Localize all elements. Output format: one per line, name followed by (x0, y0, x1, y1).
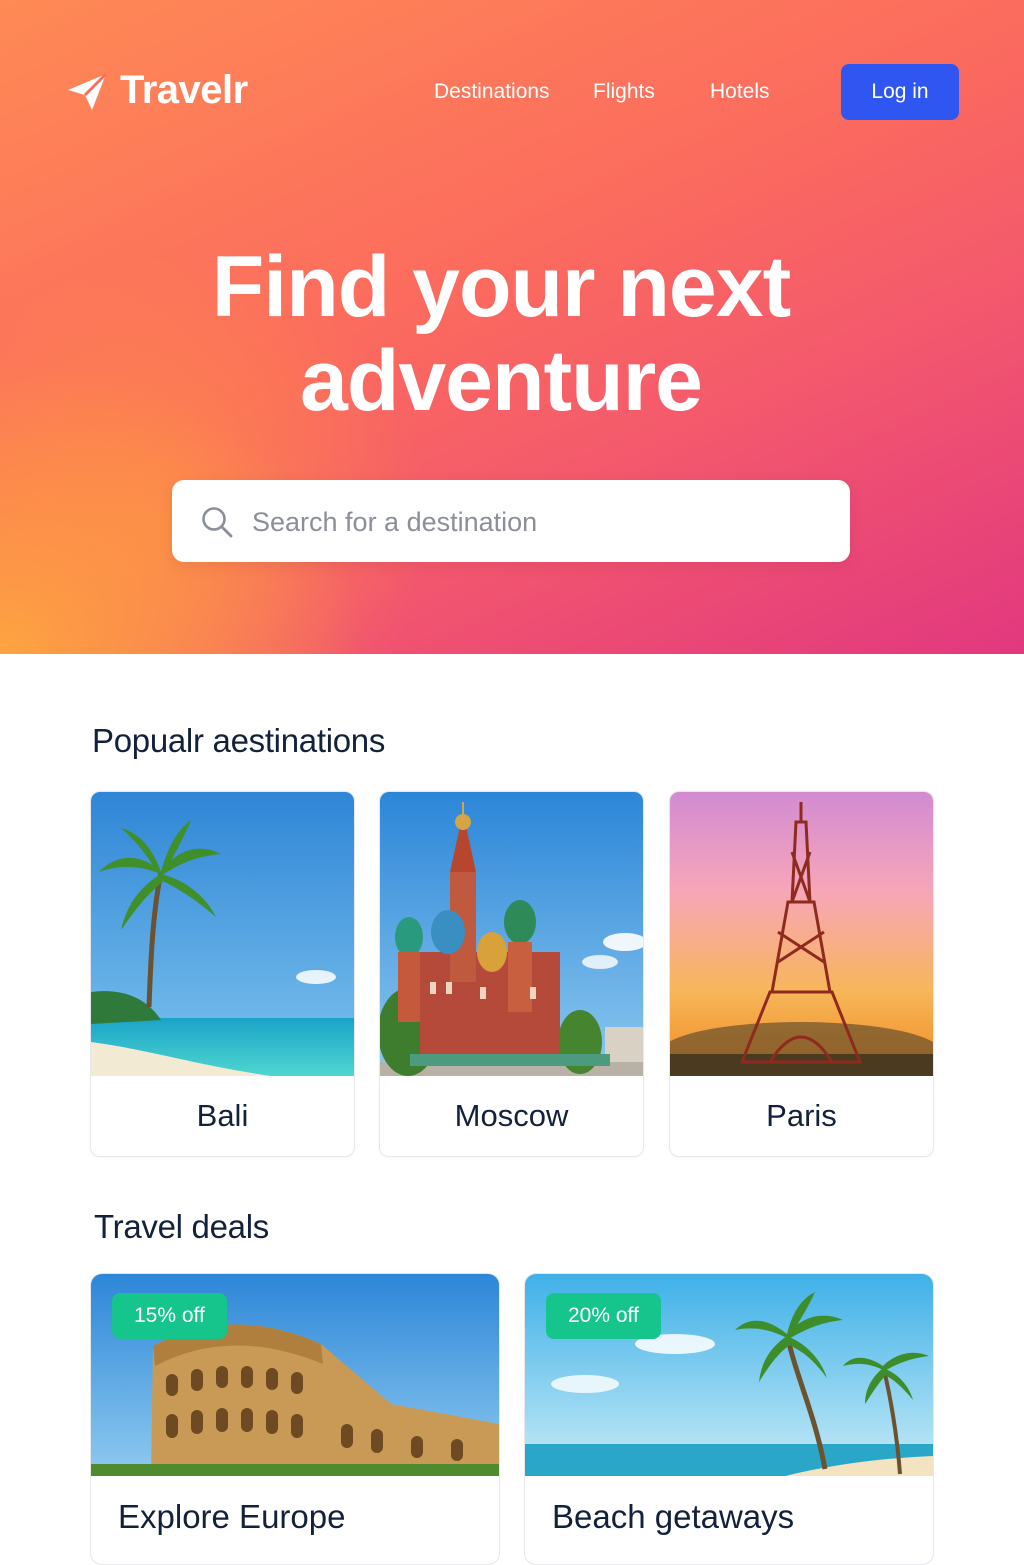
tropical-beach-palm-image (91, 792, 354, 1076)
brand-logo[interactable]: Travelr (66, 68, 248, 113)
deal-title: Beach getaways (552, 1498, 795, 1535)
hero-title-line1: Find your next (211, 239, 791, 335)
saint-basils-cathedral-image (380, 792, 643, 1076)
destination-name: Moscow (454, 1098, 569, 1133)
nav-hotels[interactable]: Hotels (710, 80, 770, 104)
deal-title: Explore Europe (118, 1498, 346, 1535)
paper-plane-icon (68, 72, 108, 110)
discount-badge: 20% off (546, 1293, 661, 1339)
hero-banner: Travelr Destinations Flights Hotels Log … (0, 0, 1024, 654)
destination-card-bali[interactable]: Bali (90, 791, 355, 1157)
search-input[interactable] (250, 498, 814, 546)
login-button[interactable]: Log in (841, 64, 959, 120)
brand-name: Travelr (120, 68, 248, 112)
travel-deals-title: Travel deals (94, 1208, 269, 1245)
search-icon (202, 507, 233, 538)
eiffel-tower-sunset-image (670, 792, 933, 1076)
destination-card-moscow[interactable]: Moscow (379, 791, 644, 1157)
hero-title-line2: adventure (299, 333, 703, 429)
destination-name: Bali (196, 1098, 249, 1133)
nav-flights[interactable]: Flights (593, 80, 655, 104)
destination-card-paris[interactable]: Paris (669, 791, 934, 1157)
hero-title: Find your next adventure (0, 240, 1002, 428)
deal-card-explore-europe[interactable]: 15% off Explore Europe (90, 1273, 500, 1565)
search-bar[interactable] (172, 480, 850, 562)
destination-name: Paris (766, 1098, 837, 1133)
discount-badge: 15% off (112, 1293, 227, 1339)
nav-destinations[interactable]: Destinations (434, 80, 550, 104)
popular-destinations-title: Popualr aestinations (92, 722, 386, 759)
deal-card-beach-getaways[interactable]: 20% off Beach getaways (524, 1273, 934, 1565)
